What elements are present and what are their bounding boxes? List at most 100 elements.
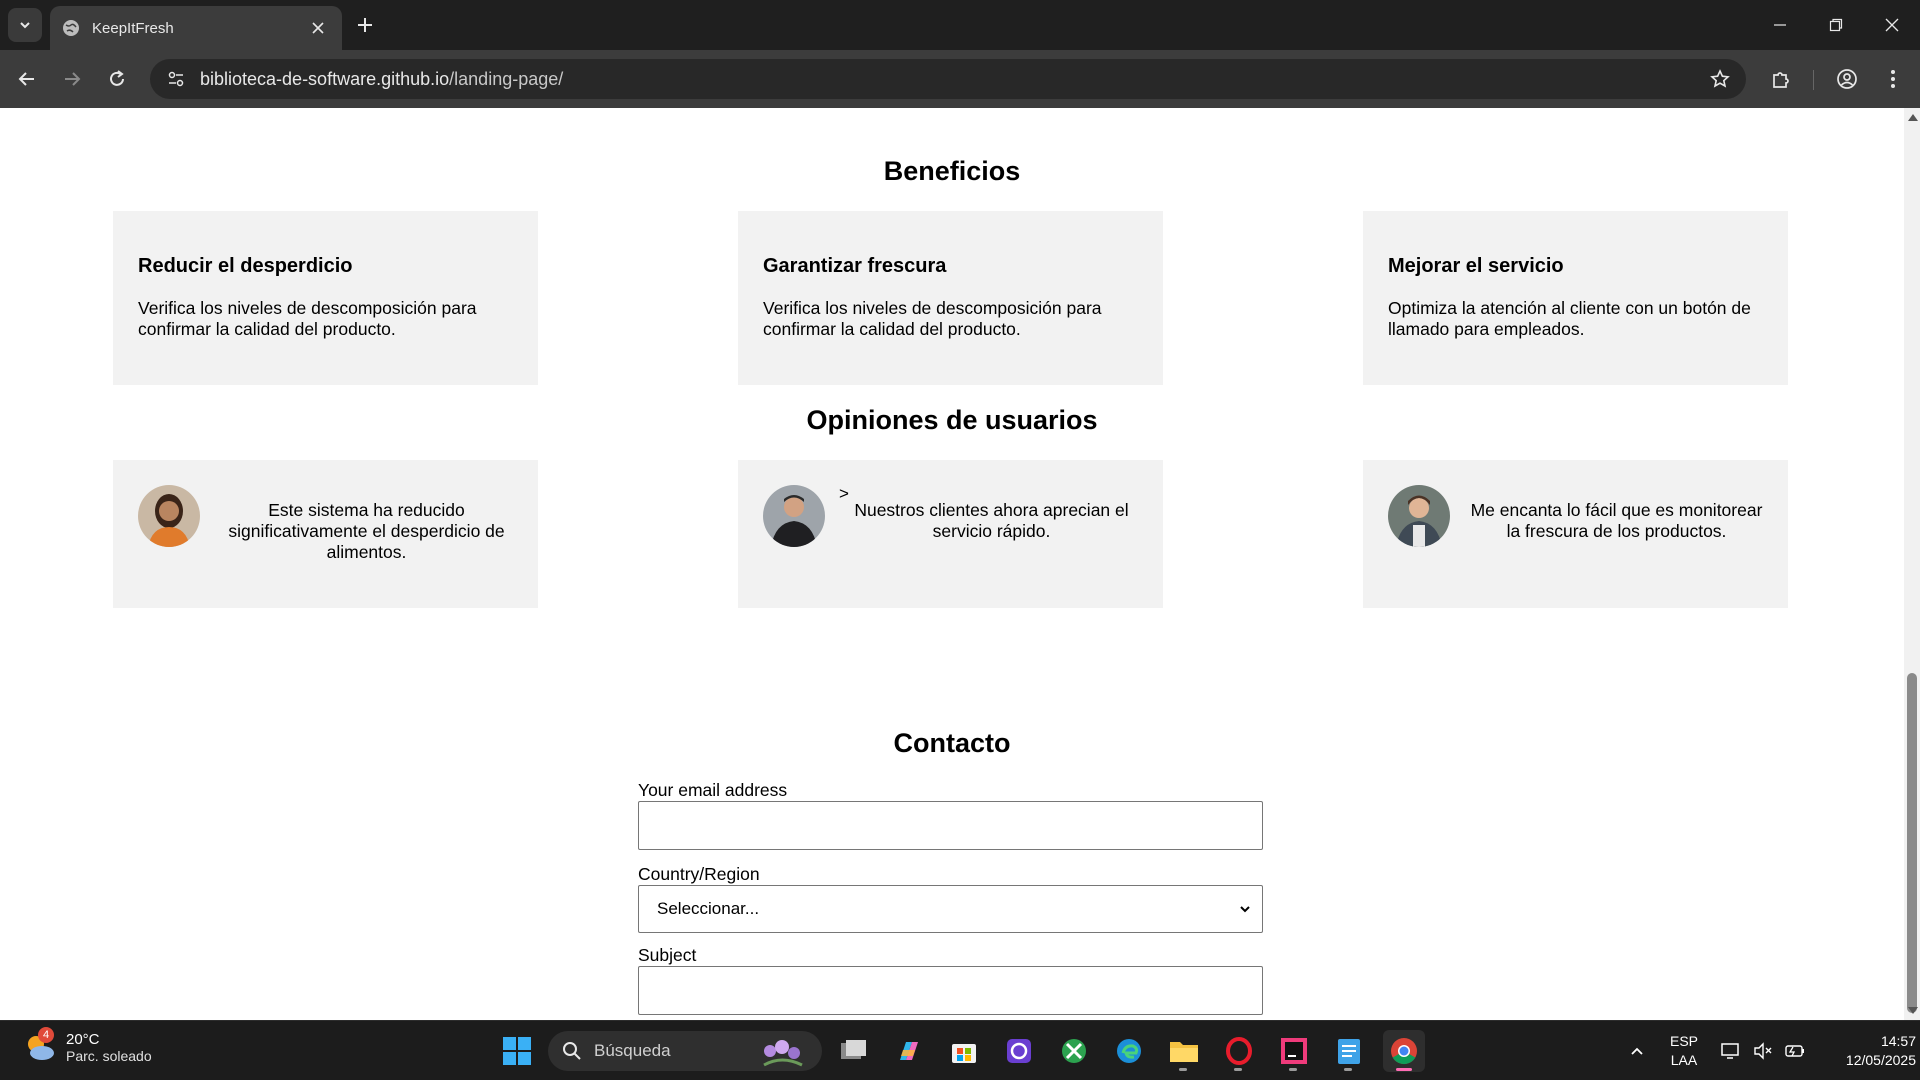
minimize-button[interactable] [1752,0,1808,50]
taskbar-copilot[interactable] [888,1030,930,1072]
taskbar-task-view[interactable] [833,1030,875,1072]
scroll-down-arrow-icon[interactable] [1908,1007,1918,1014]
site-info-icon[interactable] [162,65,190,93]
browser-tab-bar: KeepItFresh [0,0,1920,50]
email-field[interactable] [638,801,1263,850]
country-select[interactable]: Seleccionar... [638,885,1263,933]
chevron-down-icon [20,22,30,29]
url-text: biblioteca-de-software.github.io/landing… [200,69,1706,90]
subject-label: Subject [638,945,697,965]
country-label: Country/Region [638,864,760,884]
bookmark-star-icon[interactable] [1706,65,1734,93]
profile-button[interactable] [1830,62,1864,96]
reviews-title: Opiniones de usuarios [806,405,1098,435]
review-card-2: Nuestros clientes ahora aprecian el serv… [738,460,1163,608]
subject-field[interactable] [638,966,1263,1015]
benefit-card-freshness: Garantizar frescura Verifica los niveles… [738,211,1163,385]
clock-date: 12/05/2025 [1845,1052,1916,1068]
running-indicator [1289,1068,1297,1071]
input-language-indicator[interactable]: ESP LAA [1654,1032,1714,1070]
taskbar-microsoft-store[interactable] [943,1030,985,1072]
taskbar-photo-app[interactable] [998,1030,1040,1072]
address-bar[interactable]: biblioteca-de-software.github.io/landing… [150,59,1746,99]
extensions-button[interactable] [1764,62,1798,96]
browser-menu-button[interactable] [1876,62,1910,96]
search-icon [563,1042,581,1060]
task-view-icon [841,1040,866,1059]
url-path: /landing-page/ [449,68,564,89]
weather-description: Parc. soleado [66,1047,152,1064]
profile-icon [1837,69,1857,89]
benefit-card-text: Verifica los niveles de descomposición p… [138,298,477,339]
reload-icon [110,70,124,86]
chrome-icon [1391,1038,1417,1065]
scroll-up-arrow-icon[interactable] [1908,114,1918,121]
browser-tab[interactable]: KeepItFresh [50,6,342,50]
jetbrains-icon [1281,1038,1307,1064]
back-button[interactable] [10,62,44,96]
clock[interactable]: 14:57 12/05/2025 [1812,1032,1920,1070]
close-tab-icon[interactable] [306,16,330,40]
benefit-card-title: Mejorar el servicio [1388,255,1564,277]
weather-widget[interactable]: 4 20°C Parc. soleado [22,1027,152,1065]
reload-button[interactable] [100,62,134,96]
system-tray: ESP LAA 14:57 12/05/2025 [1620,1021,1920,1080]
restore-button[interactable] [1808,0,1864,50]
taskbar-jetbrains-ide[interactable] [1273,1030,1315,1072]
url-host: biblioteca-de-software.github.io [200,68,450,89]
review-text: Este sistema ha reducido significativame… [228,500,505,562]
benefits-title: Beneficios [883,156,1021,186]
chevron-up-icon [1631,1047,1643,1055]
contact-title: Contacto [893,728,1011,758]
toolbar-divider [1813,70,1814,90]
taskbar-xbox[interactable] [1053,1030,1095,1072]
restore-icon [1829,18,1843,32]
taskbar-opera[interactable] [1218,1030,1260,1072]
taskbar-search[interactable]: Búsqueda [548,1031,822,1071]
review-text: Me encanta lo fácil que es monitorear la… [1470,500,1763,541]
xbox-icon [1062,1039,1086,1063]
copilot-icon [900,1042,918,1060]
keyboard-layout-code: LAA [1670,1052,1698,1068]
benefit-card-service: Mejorar el servicio Optimiza la atención… [1363,211,1788,385]
avatar [763,485,825,547]
close-window-button[interactable] [1864,0,1920,50]
minimize-icon [1774,24,1786,26]
taskbar-edge[interactable] [1108,1030,1150,1072]
volume-muted-icon[interactable] [1748,1042,1778,1060]
opera-icon [1226,1037,1252,1065]
forward-button[interactable] [55,62,89,96]
search-highlight-flowers-icon [763,1040,803,1067]
folder-icon [1170,1042,1198,1062]
edge-icon [1117,1039,1141,1063]
running-indicator [1179,1068,1187,1071]
show-hidden-icons-button[interactable] [1620,1043,1654,1059]
chevron-down-icon [1240,906,1250,913]
network-icon[interactable] [1714,1042,1748,1060]
language-code: ESP [1669,1033,1698,1049]
scroll-thumb[interactable] [1907,673,1917,1013]
page-scrollbar[interactable] [1904,108,1920,1020]
store-icon [952,1044,976,1063]
weather-temperature: 20°C [66,1030,100,1048]
battery-icon[interactable] [1778,1043,1812,1059]
tab-search-button[interactable] [8,8,42,42]
new-tab-button[interactable] [352,12,378,38]
puzzle-icon [1773,72,1789,88]
notepad-icon [1338,1039,1360,1064]
weather-cloud-sun-icon: 4 [22,1027,58,1065]
benefit-card-title: Garantizar frescura [763,255,947,277]
taskbar-chrome[interactable] [1383,1030,1425,1072]
country-selected-value: Seleccionar... [657,899,760,918]
arrow-left-icon [18,72,34,86]
close-icon [1885,18,1899,32]
search-label: Búsqueda [594,1041,671,1060]
stray-text-mark: > [839,484,849,503]
benefit-card-text: Verifica los niveles de descomposición p… [763,298,1102,339]
camera-app-icon [1007,1039,1031,1063]
taskbar-file-explorer[interactable] [1163,1030,1205,1072]
taskbar-notepad[interactable] [1328,1030,1370,1072]
arrow-right-icon [65,72,81,86]
start-button[interactable] [496,1030,538,1072]
window-controls [1752,0,1920,50]
